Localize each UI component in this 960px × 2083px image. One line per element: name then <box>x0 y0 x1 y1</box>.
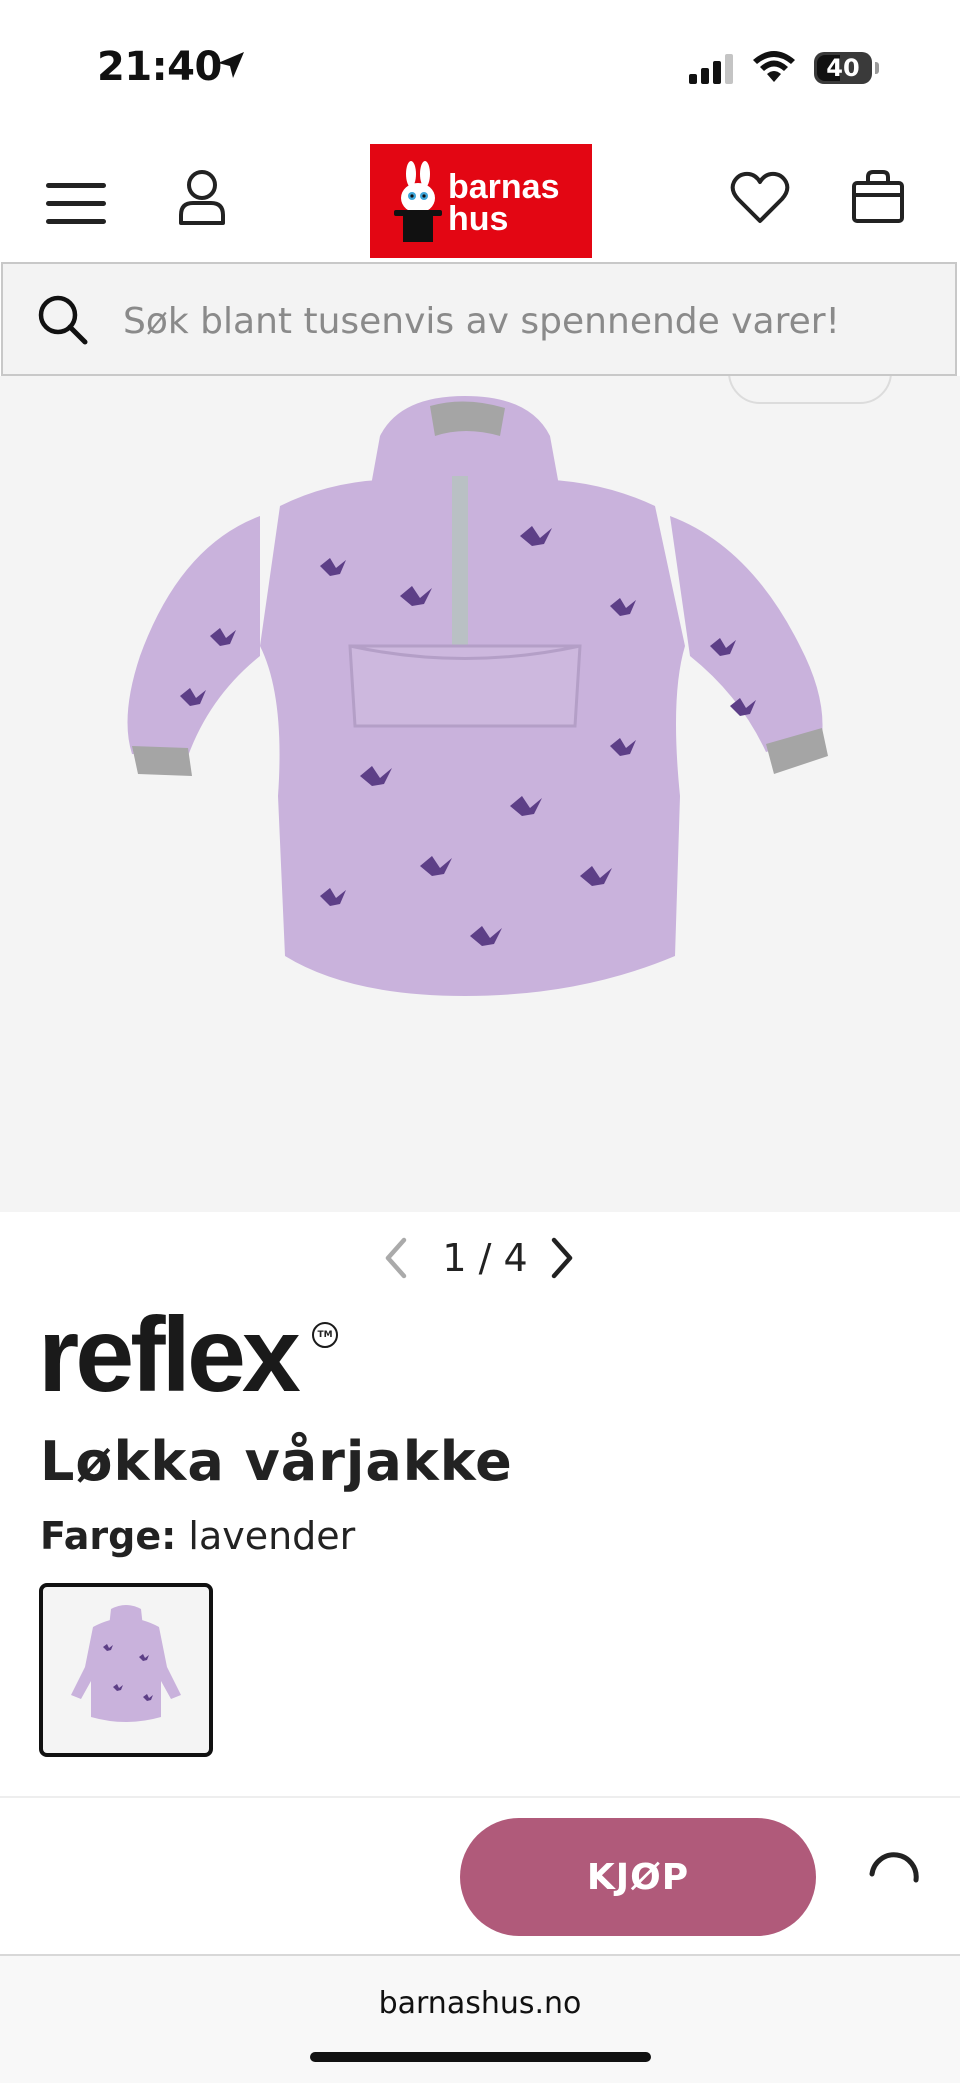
location-arrow-icon <box>218 52 244 78</box>
shopping-bag-icon <box>852 170 904 223</box>
product-title: Løkka vårjakke <box>40 1430 513 1493</box>
product-image-gallery[interactable] <box>0 376 960 1212</box>
gallery-pager: 1 / 4 <box>0 1230 960 1290</box>
hamburger-menu-icon <box>46 183 106 224</box>
brand-logo[interactable]: reflex <box>38 1300 301 1410</box>
loading-spinner-icon <box>869 1852 919 1883</box>
current-image: 1 <box>442 1236 467 1280</box>
previous-image-button[interactable] <box>380 1236 410 1280</box>
browser-bottom-bar: barnashus.no <box>0 1954 960 2083</box>
trademark-symbol: TM <box>312 1322 338 1348</box>
counter-separator: / <box>478 1236 492 1280</box>
wishlist-button[interactable] <box>728 166 792 230</box>
buy-bar-divider <box>0 1796 960 1798</box>
account-button[interactable] <box>170 164 234 230</box>
search-icon <box>38 295 88 345</box>
logo-text-line-2: hus <box>448 200 509 238</box>
cellular-signal-icon <box>689 54 733 84</box>
home-indicator[interactable] <box>310 2052 651 2062</box>
user-icon <box>179 170 225 225</box>
battery-indicator: 40 <box>814 52 872 84</box>
cart-button[interactable] <box>846 164 910 230</box>
total-images: 4 <box>503 1236 528 1280</box>
search-input[interactable] <box>121 290 925 352</box>
heart-icon <box>730 171 790 223</box>
rabbit-in-hat-icon <box>394 161 442 242</box>
status-bar: 21:40 40 <box>0 0 960 140</box>
color-swatch-lavender[interactable] <box>39 1583 213 1757</box>
battery-level: 40 <box>826 54 860 82</box>
next-image-button[interactable] <box>548 1236 578 1280</box>
barnashus-logo[interactable]: barnas hus <box>370 144 592 258</box>
image-counter: 1 / 4 <box>430 1236 540 1280</box>
color-value: lavender <box>188 1514 356 1558</box>
color-label: Farge: <box>40 1514 177 1558</box>
wifi-icon <box>753 51 795 82</box>
address-bar-url[interactable]: barnashus.no <box>0 1986 960 2021</box>
product-image-jacket <box>127 396 828 996</box>
color-info: Farge: lavender <box>40 1514 355 1558</box>
battery-cap <box>875 62 879 74</box>
logo-text-line-1: barnas <box>448 168 560 206</box>
swatch-image-jacket <box>71 1605 181 1722</box>
menu-button[interactable] <box>40 176 112 232</box>
clock: 21:40 <box>97 44 222 90</box>
search-bar[interactable] <box>1 262 957 376</box>
buy-button[interactable]: KJØP <box>460 1818 816 1936</box>
